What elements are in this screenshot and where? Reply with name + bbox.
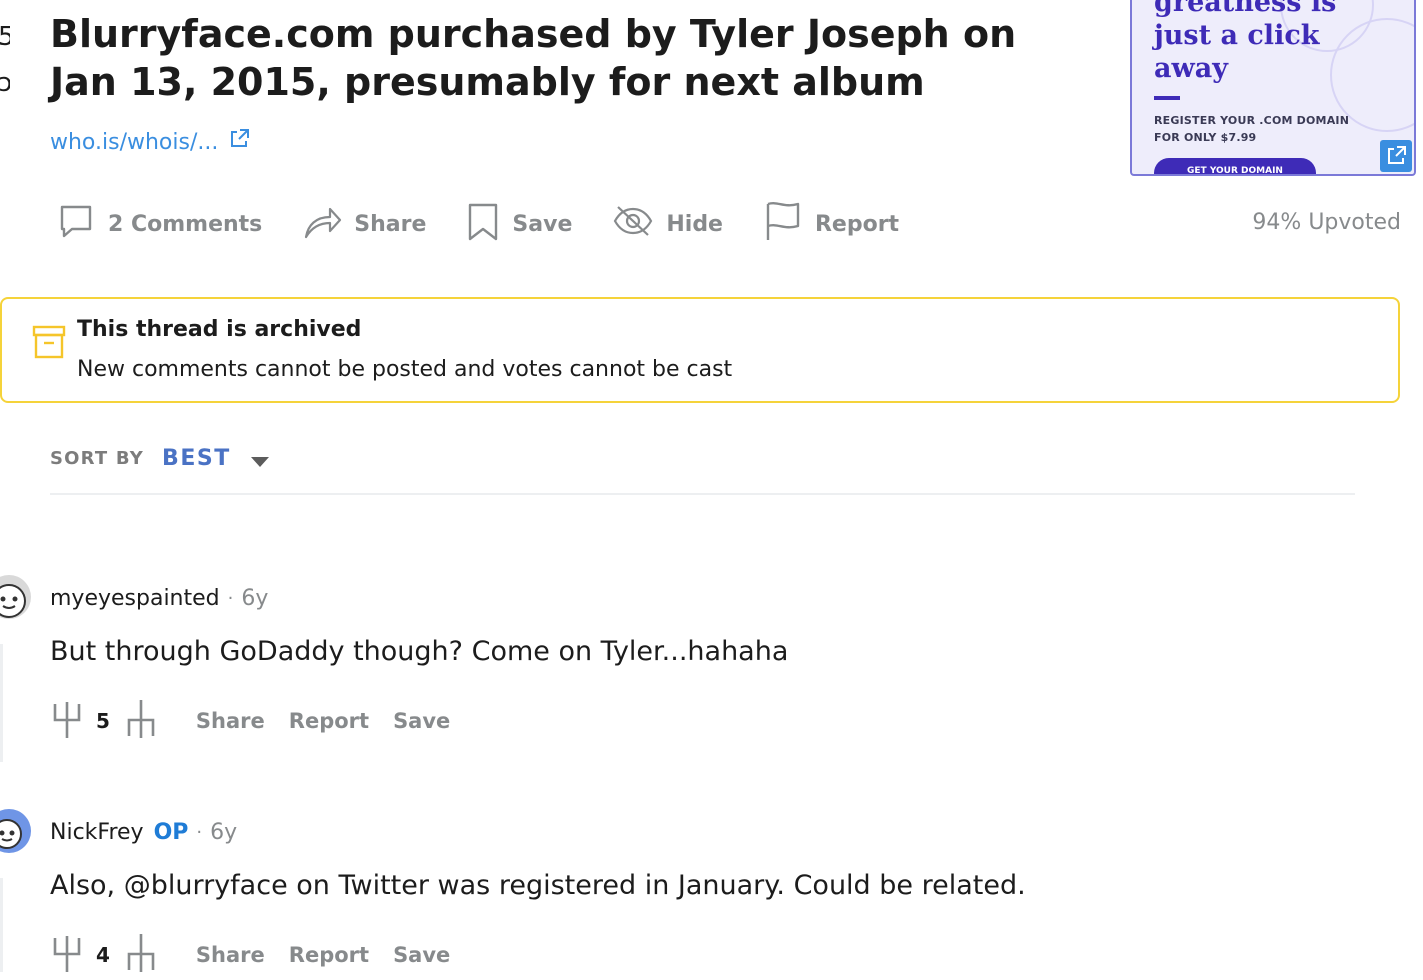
ad-divider [1154, 96, 1180, 100]
upvote-icon[interactable] [50, 696, 84, 746]
vote-count: 5 [96, 709, 110, 733]
comment-age[interactable]: 6y [241, 586, 268, 611]
eye-slash-icon [612, 203, 654, 245]
ad-headline: greatness is just a click away [1154, 0, 1337, 84]
comment-meta: NickFrey OP · 6y [50, 820, 237, 845]
comment-actions: 4 Share Report Save [50, 930, 474, 980]
comments-button[interactable]: 2 Comments [56, 201, 262, 247]
save-button[interactable]: Save [466, 201, 572, 247]
avatar[interactable] [0, 808, 32, 854]
sort-dropdown[interactable]: SORT BY BEST [50, 446, 269, 471]
comment-text: Also, @blurryface on Twitter was registe… [50, 870, 1026, 901]
ad-cta-button[interactable]: GET YOUR DOMAIN [1154, 158, 1316, 174]
upvote-ratio: 94% Upvoted [1252, 210, 1401, 235]
post-actions: 2 Comments Share Save Hide Report [56, 200, 939, 248]
hide-label: Hide [666, 211, 723, 237]
external-link-icon [228, 128, 250, 156]
comment-save-button[interactable]: Save [393, 943, 450, 967]
share-icon [302, 201, 342, 247]
archived-notice: This thread is archived New comments can… [0, 297, 1400, 403]
comment-age[interactable]: 6y [210, 820, 237, 845]
comment-share-button[interactable]: Share [196, 709, 265, 733]
bookmark-icon [466, 201, 500, 247]
thread-line[interactable] [0, 644, 3, 762]
downvote-icon[interactable] [124, 930, 158, 980]
flag-icon [763, 200, 803, 248]
separator-dot: · [227, 588, 234, 609]
ad-subtext: REGISTER YOUR .COM DOMAIN FOR ONLY $7.99 [1154, 114, 1350, 144]
advertisement[interactable]: greatness is just a click away REGISTER … [1130, 0, 1416, 176]
post-link-text[interactable]: who.is/whois/... [50, 130, 218, 155]
comment-author[interactable]: NickFrey [50, 820, 144, 845]
comments-label: 2 Comments [108, 211, 263, 237]
comment-icon [56, 201, 96, 247]
downvote-icon[interactable] [124, 696, 158, 746]
comment-report-button[interactable]: Report [289, 709, 369, 733]
report-label: Report [814, 211, 900, 237]
separator-dot: · [196, 822, 203, 843]
comment-save-button[interactable]: Save [393, 709, 450, 733]
thread-line[interactable] [0, 878, 3, 972]
comment-text: But through GoDaddy though? Come on Tyle… [50, 636, 789, 667]
avatar[interactable] [0, 574, 32, 620]
hide-button[interactable]: Hide [612, 203, 723, 245]
comment-actions: 5 Share Report Save [50, 696, 474, 746]
sort-label: SORT BY [50, 448, 145, 469]
divider [50, 493, 1355, 495]
archive-box-icon [32, 325, 66, 365]
comment-share-button[interactable]: Share [196, 943, 265, 967]
post-title: Blurryface.com purchased by Tyler Joseph… [50, 12, 1017, 104]
archived-message: New comments cannot be posted and votes … [77, 357, 733, 382]
report-button[interactable]: Report [763, 200, 899, 248]
vote-count: 4 [96, 943, 110, 967]
post-external-link[interactable]: who.is/whois/... [50, 128, 250, 156]
comment-author[interactable]: myeyespainted [50, 586, 220, 611]
caret-down-icon[interactable] [250, 456, 269, 467]
share-label: Share [354, 211, 427, 237]
share-button[interactable]: Share [302, 201, 426, 247]
vote-score-clipped: 5ↄ [0, 22, 10, 98]
op-badge: OP [153, 820, 189, 845]
upvote-icon[interactable] [50, 930, 84, 980]
ad-external-link-icon[interactable] [1380, 140, 1412, 172]
sort-value[interactable]: BEST [162, 446, 231, 471]
comment-meta: myeyespainted · 6y [50, 586, 268, 611]
comment-report-button[interactable]: Report [289, 943, 369, 967]
archived-title: This thread is archived [77, 317, 362, 342]
save-label: Save [512, 211, 573, 237]
